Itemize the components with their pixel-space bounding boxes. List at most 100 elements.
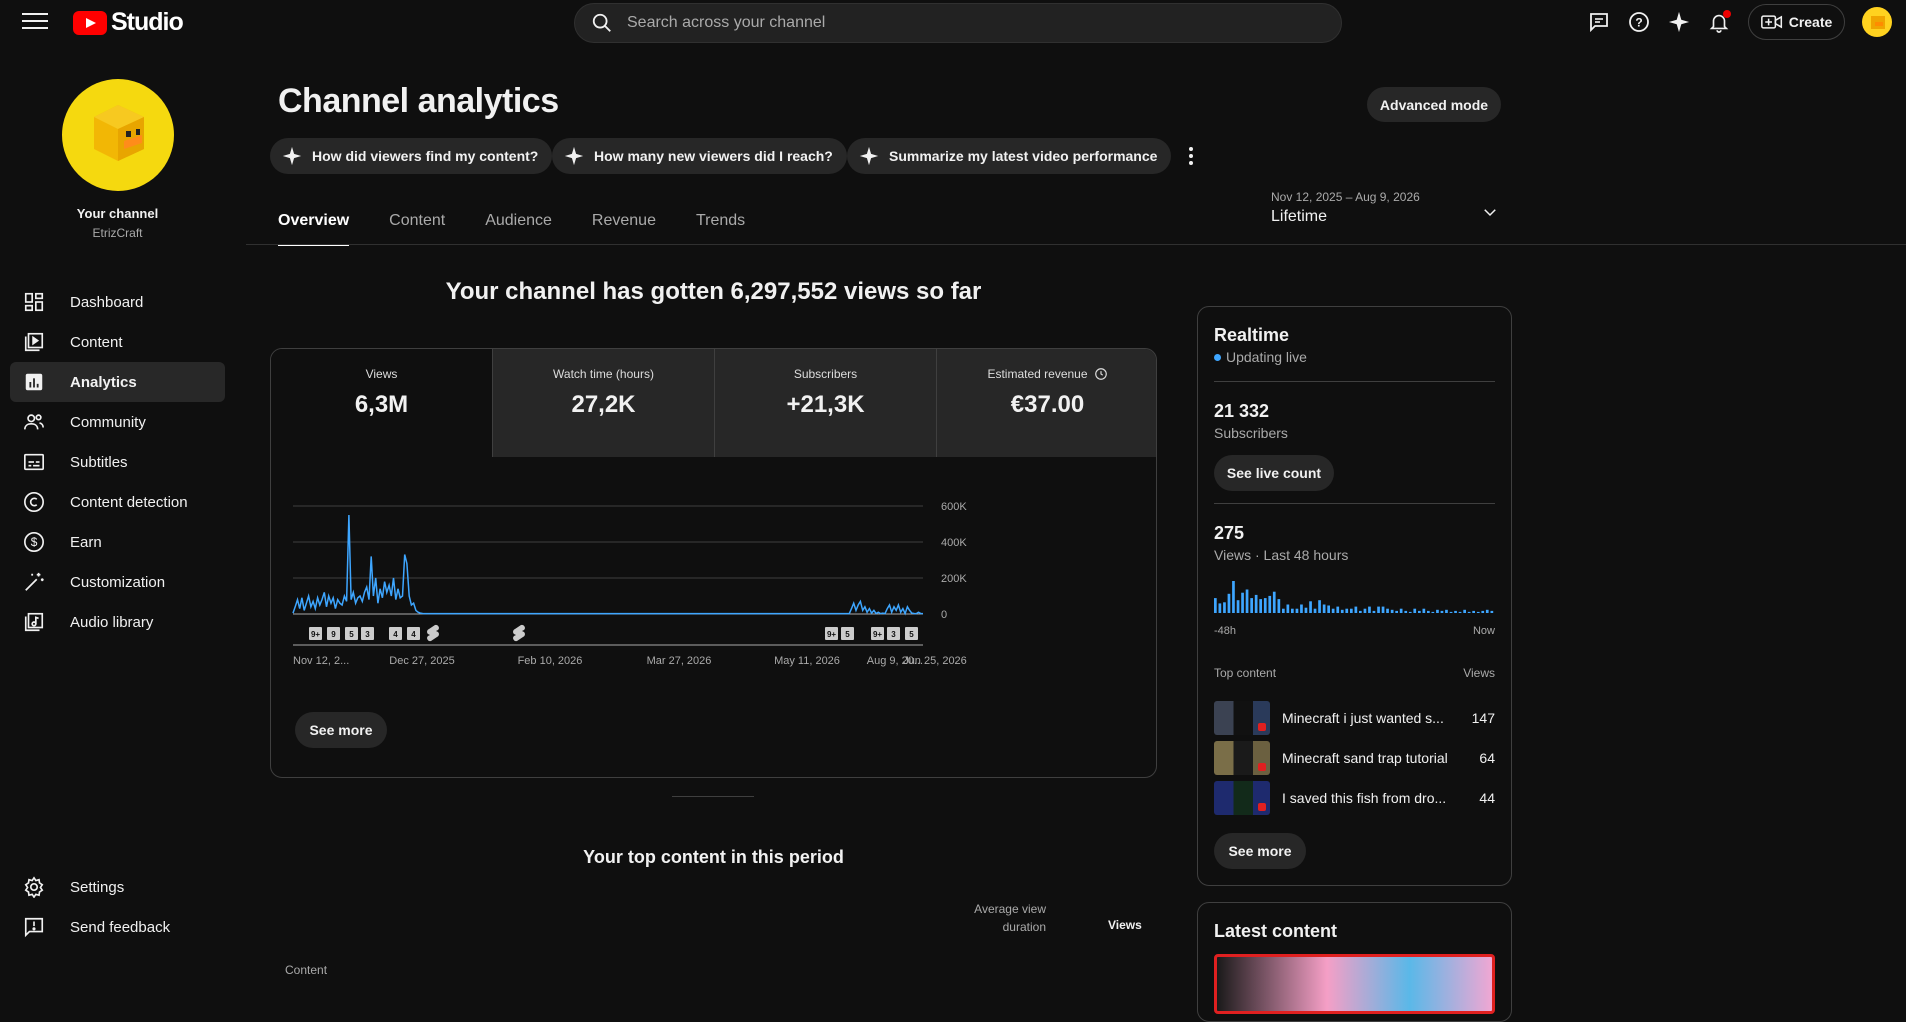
notifications-bell-icon[interactable] bbox=[1705, 8, 1733, 36]
top-content-row[interactable]: I saved this fish from dro... 44 bbox=[1214, 781, 1495, 815]
sidebar-item-label: Content bbox=[70, 333, 123, 351]
sparkle-icon bbox=[282, 146, 302, 166]
live-label: Updating live bbox=[1226, 349, 1307, 365]
video-add-icon bbox=[1760, 15, 1782, 29]
sidebar-item-dashboard[interactable]: Dashboard bbox=[10, 282, 225, 322]
create-button[interactable]: Create bbox=[1748, 4, 1845, 40]
studio-logo[interactable]: Studio bbox=[73, 8, 184, 37]
metric-subscribers[interactable]: Subscribers +21,3K bbox=[714, 349, 936, 457]
metric-views[interactable]: Views 6,3M bbox=[271, 349, 492, 457]
realtime-bar bbox=[1227, 593, 1231, 613]
realtime-bar bbox=[1372, 610, 1376, 613]
table-header-views[interactable]: Views bbox=[1108, 918, 1142, 932]
realtime-bar bbox=[1223, 602, 1226, 613]
search-input[interactable] bbox=[627, 14, 1307, 32]
realtime-bar bbox=[1354, 606, 1358, 613]
copyright-icon bbox=[22, 490, 46, 514]
x-tick-label: May 11, 2026 bbox=[774, 655, 840, 667]
sidebar-item-customization[interactable]: Customization bbox=[10, 562, 225, 602]
channel-label: Your channel bbox=[76, 206, 159, 221]
tab-content[interactable]: Content bbox=[389, 212, 445, 246]
sidebar-item-settings[interactable]: Settings bbox=[10, 867, 225, 907]
publish-marker-count: 9+ bbox=[827, 630, 836, 639]
subscribers-label: Subscribers bbox=[1214, 425, 1288, 441]
sidebar-item-send-feedback[interactable]: Send feedback bbox=[10, 907, 225, 947]
sidebar-item-subtitles[interactable]: Subtitles bbox=[10, 442, 225, 482]
sidebar-item-content[interactable]: Content bbox=[10, 322, 225, 362]
sparkle-icon[interactable] bbox=[1665, 8, 1693, 36]
latest-video-thumbnail[interactable] bbox=[1214, 954, 1495, 1014]
realtime-bar bbox=[1422, 608, 1426, 613]
tab-revenue[interactable]: Revenue bbox=[592, 212, 656, 246]
tab-overview[interactable]: Overview bbox=[278, 212, 350, 246]
publish-marker-count: 5 bbox=[349, 630, 354, 639]
x-tick-label: Feb 10, 2026 bbox=[518, 655, 583, 667]
realtime-bar bbox=[1436, 609, 1439, 613]
sidebar-item-content-detection[interactable]: Content detection bbox=[10, 482, 225, 522]
realtime-bar bbox=[1399, 608, 1403, 613]
realtime-bar bbox=[1254, 594, 1258, 613]
analytics-tabs: Overview Content Audience Revenue Trends bbox=[278, 212, 745, 246]
metric-value: 6,3M bbox=[354, 391, 409, 418]
chip-label: Summarize my latest video performance bbox=[889, 148, 1158, 164]
gear-icon bbox=[22, 875, 46, 899]
sidebar-item-label: Analytics bbox=[70, 373, 137, 391]
metric-estimated-revenue[interactable]: Estimated revenue €37.00 bbox=[936, 349, 1156, 457]
menu-icon[interactable] bbox=[22, 13, 48, 31]
video-title: I saved this fish from dro... bbox=[1282, 790, 1447, 806]
search-bar[interactable] bbox=[574, 3, 1342, 43]
see-more-button[interactable]: See more bbox=[1214, 833, 1306, 869]
realtime-bar bbox=[1309, 601, 1312, 613]
sidebar-item-audio-library[interactable]: Audio library bbox=[10, 602, 225, 642]
realtime-bar bbox=[1268, 595, 1272, 613]
realtime-bar bbox=[1336, 606, 1340, 613]
publish-marker-count: 9+ bbox=[873, 630, 882, 639]
sidebar-item-label: Community bbox=[70, 413, 146, 431]
sidebar-item-analytics[interactable]: Analytics bbox=[10, 362, 225, 402]
help-icon[interactable]: ? bbox=[1625, 8, 1653, 36]
sidebar-item-earn[interactable]: $ Earn bbox=[10, 522, 225, 562]
metric-label: Watch time (hours) bbox=[553, 367, 654, 381]
top-content-row[interactable]: Minecraft sand trap tutorial 64 bbox=[1214, 741, 1495, 775]
table-header-avd[interactable]: Average view duration bbox=[946, 900, 1046, 936]
realtime-bar bbox=[1250, 598, 1253, 613]
y-tick-label: 600K bbox=[941, 501, 967, 513]
ai-chip-new-viewers[interactable]: How many new viewers did I reach? bbox=[552, 138, 847, 174]
date-range-picker[interactable]: Nov 12, 2025 – Aug 9, 2026 Lifetime bbox=[1271, 190, 1511, 234]
realtime-bar bbox=[1245, 589, 1249, 613]
metric-tabs: Views 6,3M Watch time (hours) 27,2K Subs… bbox=[271, 349, 1156, 457]
date-range-label: Lifetime bbox=[1271, 208, 1328, 225]
ai-chip-viewers-find[interactable]: How did viewers find my content? bbox=[270, 138, 553, 174]
publish-marker-count: 4 bbox=[393, 630, 398, 639]
tab-audience[interactable]: Audience bbox=[485, 212, 552, 246]
svg-text:$: $ bbox=[31, 535, 38, 549]
realtime-bar bbox=[1386, 608, 1389, 613]
more-options-icon[interactable] bbox=[1179, 143, 1203, 169]
metric-label: Estimated revenue bbox=[987, 367, 1088, 381]
advanced-mode-button[interactable]: Advanced mode bbox=[1367, 87, 1501, 122]
realtime-title: Realtime bbox=[1214, 325, 1290, 345]
shorts-icon bbox=[513, 624, 525, 642]
realtime-bar bbox=[1481, 610, 1485, 613]
see-live-count-button[interactable]: See live count bbox=[1214, 455, 1334, 491]
feedback-comment-icon[interactable] bbox=[1585, 8, 1613, 36]
subtitles-icon bbox=[22, 450, 46, 474]
realtime-bar bbox=[1467, 611, 1471, 613]
tab-trends[interactable]: Trends bbox=[696, 212, 745, 246]
publish-marker-count: 3 bbox=[891, 630, 896, 639]
top-content-row[interactable]: Minecraft i just wanted s... 147 bbox=[1214, 701, 1495, 735]
metric-watch-time[interactable]: Watch time (hours) 27,2K bbox=[492, 349, 714, 457]
sidebar-item-label: Subtitles bbox=[70, 453, 128, 471]
section-divider bbox=[672, 796, 754, 797]
realtime-bar bbox=[1241, 592, 1244, 613]
table-header-content: Content bbox=[285, 963, 328, 977]
sidebar-item-community[interactable]: Community bbox=[10, 402, 225, 442]
shorts-marker-icon bbox=[513, 624, 525, 642]
ai-chip-summarize[interactable]: Summarize my latest video performance bbox=[847, 138, 1172, 174]
top-bar: Studio ? Create bbox=[0, 0, 1906, 44]
channel-avatar[interactable] bbox=[62, 79, 174, 191]
realtime-bar bbox=[1363, 608, 1367, 613]
see-more-button[interactable]: See more bbox=[295, 712, 387, 748]
account-avatar[interactable] bbox=[1862, 7, 1892, 37]
realtime-bar bbox=[1408, 611, 1412, 613]
